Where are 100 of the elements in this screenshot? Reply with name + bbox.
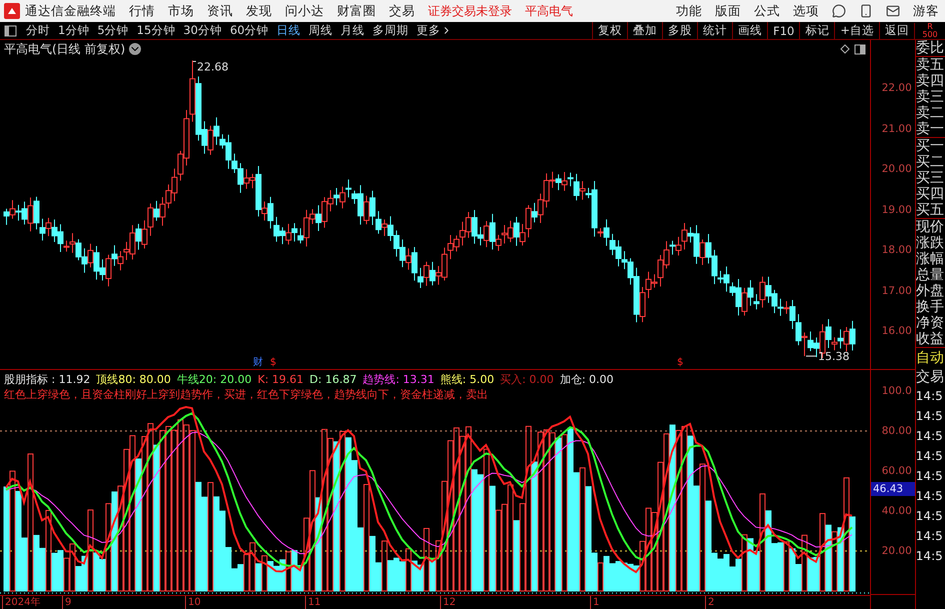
quote-field-label: 净资 (916, 315, 945, 331)
price-axis-label: 18.00 (882, 244, 912, 256)
indicator-value: 股朋指标 : 11.92 (4, 372, 90, 387)
status-text: 证券交易未登录 (428, 2, 512, 20)
diamond-icon[interactable] (840, 44, 850, 54)
high-price-label: 22.68 (197, 60, 228, 74)
trade-time: 14:5 (916, 528, 944, 545)
period-tab[interactable]: 60分钟 (226, 23, 273, 38)
current-value-label: 46.43 (871, 482, 915, 496)
trade-time: 14:5 (916, 548, 944, 565)
event-marker[interactable]: $ (270, 357, 276, 368)
date-axis-label: 9 (62, 596, 72, 609)
indicator-value: 趋势线: 13.31 (362, 372, 434, 387)
menu-item[interactable]: 功能 (676, 2, 702, 20)
date-axis-label: 1 (590, 596, 600, 609)
period-tab[interactable]: 1分钟 (54, 23, 94, 38)
date-axis-label: 2 (705, 596, 714, 609)
app-title: 通达信金融终端 (25, 2, 116, 20)
period-tab[interactable]: 30分钟 (179, 23, 226, 38)
date-axis-label: 12 (440, 596, 456, 609)
dropdown-icon[interactable] (129, 43, 142, 55)
price-axis-label: 19.00 (882, 204, 912, 216)
quote-field-label: 涨跌 (916, 235, 945, 251)
quote-field-label: 卖三 (916, 89, 945, 105)
date-axis-label: 11 (305, 596, 321, 609)
event-marker[interactable]: 财 (253, 357, 263, 368)
trade-time: 14:5 (916, 508, 944, 525)
period-tab[interactable]: 更多 (412, 23, 456, 38)
menu-item[interactable]: 行情 (129, 2, 155, 20)
quote-field-label: 买一 (916, 138, 945, 154)
period-tab[interactable]: 周线 (304, 23, 337, 38)
period-tab[interactable]: 多周期 (368, 23, 413, 38)
trade-time: 14:5 (916, 408, 944, 425)
price-axis-label: 22.00 (882, 82, 912, 94)
indicator-axis-label: 80.00 (882, 425, 912, 437)
quote-field-label: 外盘 (916, 283, 945, 299)
period-tab[interactable]: 15分钟 (132, 23, 180, 38)
indicator-value: 加仓: 0.00 (560, 372, 614, 387)
menu-item[interactable]: 版面 (715, 2, 741, 20)
price-axis-label: 21.00 (882, 122, 912, 134)
auto-trade-label[interactable]: 自动 (916, 348, 945, 368)
quote-field-label: 委比 (916, 40, 945, 56)
indicator-value: 顶线80: 80.00 (96, 372, 171, 387)
mail-icon[interactable] (886, 4, 900, 18)
indicator-value: 熊线: 5.00 (440, 372, 494, 387)
indicator-value: K: 19.61 (258, 373, 304, 386)
menu-item[interactable]: 选项 (793, 2, 819, 20)
quote-field-label: 买二 (916, 154, 945, 170)
toolbar-button[interactable]: 叠加 (627, 22, 662, 39)
quote-field-label: 现价 (916, 219, 945, 235)
panel-toggle-icon[interactable] (4, 24, 18, 36)
chat-icon[interactable] (832, 4, 846, 18)
low-price-label: 15.38 (818, 350, 850, 364)
menu-item[interactable]: 发现 (246, 2, 272, 20)
menu-item[interactable]: 公式 (754, 2, 780, 20)
toolbar-button[interactable]: +自选 (834, 22, 879, 39)
period-tab[interactable]: 分时 (22, 23, 54, 38)
toolbar-button[interactable]: 统计 (697, 22, 732, 39)
quote-field-label: 买四 (916, 186, 945, 202)
quote-field-label: 买五 (916, 202, 945, 218)
indicator-axis-label: 60.00 (882, 465, 912, 477)
trade-time: 14:5 (916, 388, 944, 405)
price-axis-label: 20.00 (882, 163, 912, 175)
indicator-axis-label: 100.0 (882, 385, 912, 397)
quote-field-label: 收益 (916, 331, 945, 347)
quote-field-label: 卖一 (916, 121, 945, 137)
leader-line (806, 356, 816, 357)
app-logo-icon (4, 3, 20, 19)
menu-item[interactable]: 问小达 (285, 2, 324, 20)
quote-field-label: 买三 (916, 170, 945, 186)
menu-item[interactable]: 市场 (168, 2, 194, 20)
indicator-value: 买入: 0.00 (500, 372, 554, 387)
price-axis-label: 17.00 (882, 284, 912, 296)
indicator-value: D: 16.87 (310, 373, 357, 386)
chart-title: 平高电气(日线 前复权) (4, 40, 126, 58)
corner-label: R 500 (914, 22, 945, 38)
toolbar-button[interactable]: 画线 (732, 22, 768, 39)
period-tab[interactable]: 5分钟 (93, 23, 133, 38)
menu-item[interactable]: 交易 (389, 2, 415, 20)
menu-item[interactable]: 资讯 (207, 2, 233, 20)
quote-field-label: 卖五 (916, 57, 945, 73)
toolbar-button[interactable]: 多股 (662, 22, 698, 39)
toolbar-button[interactable]: 标记 (799, 22, 834, 39)
panel-icon[interactable] (854, 44, 866, 54)
quote-field-label: 涨幅 (916, 251, 945, 267)
user-label[interactable]: 游客 (913, 2, 939, 20)
quote-field-label: 总量 (916, 267, 945, 283)
phone-icon[interactable] (859, 4, 873, 18)
event-marker[interactable]: $ (677, 357, 684, 368)
menu-item[interactable]: 财富圈 (337, 2, 376, 20)
indicator-description: 红色上穿绿色，且资金柱刚好上穿到趋势作，买进，红色下穿绿色，趋势线向下，资金柱递减，卖出 (4, 387, 489, 402)
date-axis-label: 10 (185, 596, 201, 609)
toolbar-button[interactable]: 复权 (592, 22, 628, 39)
toolbar-button[interactable]: F10 (767, 22, 800, 39)
trade-time: 14:5 (916, 468, 944, 485)
quote-field-label: 卖四 (916, 73, 945, 89)
toolbar-button[interactable]: 返回 (879, 22, 914, 39)
period-tab[interactable]: 日线 (272, 23, 305, 38)
period-tab[interactable]: 月线 (336, 23, 369, 38)
status-text: 平高电气 (525, 2, 573, 20)
